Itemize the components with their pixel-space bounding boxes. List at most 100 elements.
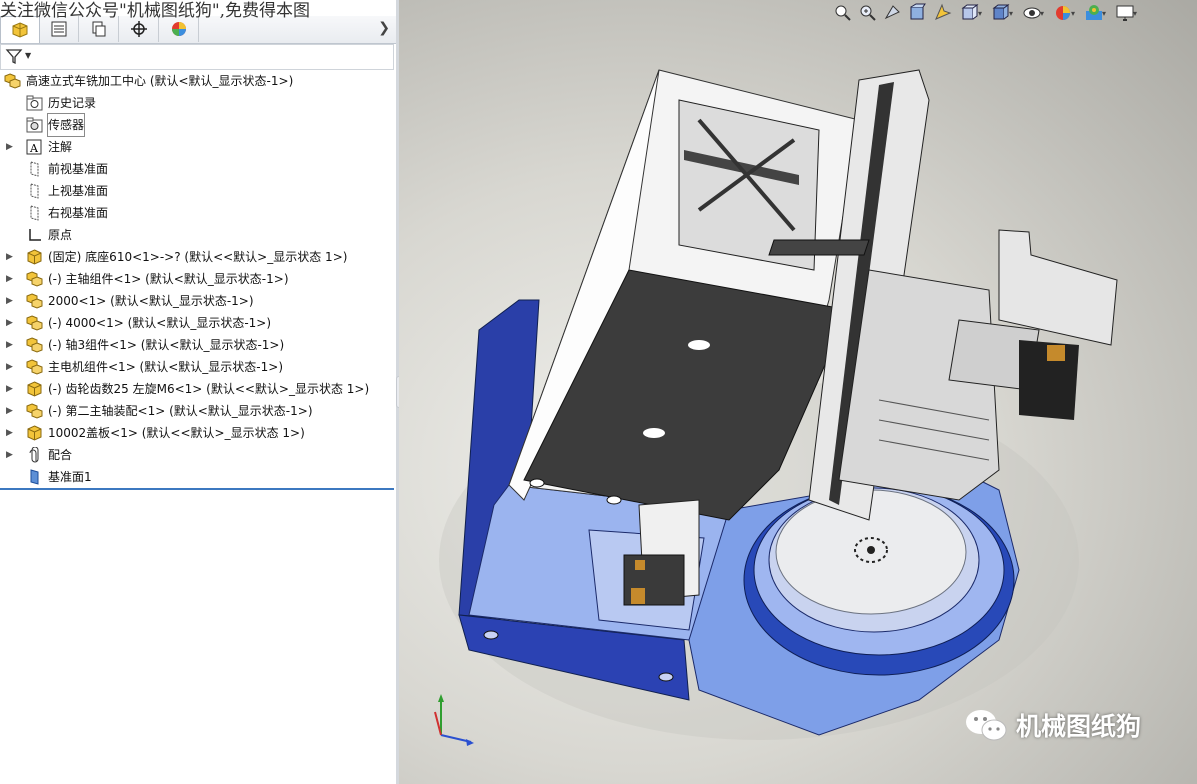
tree-item-label: (-) 主轴组件<1> (默认<默认_显示状态-1>) (48, 272, 289, 286)
expand-arrow-icon[interactable]: ▶ (6, 246, 16, 268)
zoom-to-fit-button[interactable] (833, 3, 853, 23)
view-orientation-button[interactable]: ▾ (958, 3, 984, 23)
rollback-bar[interactable] (0, 488, 394, 490)
view-settings-button[interactable]: ▾ (1113, 3, 1139, 23)
tree-item-14[interactable]: ▶ (-) 第二主轴装配<1> (默认<默认_显示状态-1>) (0, 400, 394, 422)
expand-arrow-icon[interactable]: ▶ (6, 422, 16, 444)
part-icon (26, 425, 43, 441)
expand-arrow-icon[interactable]: ▶ (6, 356, 16, 378)
configuration-manager-icon (92, 21, 106, 37)
zoom-to-area-button[interactable] (858, 3, 878, 23)
heads-up-view-toolbar: ▾ ▾ ▾ ▾ ▾ ▾ (833, 2, 1139, 24)
assembly-icon (26, 403, 43, 419)
chevron-down-icon[interactable]: ▾ (1133, 9, 1137, 18)
feature-manager-panel: ❯ ▼ 高速立式车铣加工中心 (默认<默认_显示状态-1>) 历史记录 传感器 ▶ A 注… (0, 0, 396, 784)
chevron-right-icon[interactable]: ❯ (378, 20, 390, 36)
tree-item-label: 主电机组件<1> (默认<默认_显示状态-1>) (48, 360, 283, 374)
origin-icon (26, 227, 43, 243)
chevron-down-icon[interactable]: ▾ (1009, 9, 1013, 18)
tree-item-label: 原点 (48, 228, 73, 242)
dynamic-annotation-button[interactable] (933, 3, 953, 23)
plane-icon (26, 183, 43, 199)
dynamic-annotation-icon (935, 3, 952, 20)
tree-item-label: 前视基准面 (48, 162, 109, 176)
tree-item-label: (-) 第二主轴装配<1> (默认<默认_显示状态-1>) (48, 404, 313, 418)
chevron-down-icon[interactable]: ▾ (978, 9, 982, 18)
tree-item-label: 2000<1> (默认<默认_显示状态-1>) (48, 294, 254, 308)
edit-appearance-button[interactable]: ▾ (1051, 3, 1077, 23)
display-style-icon (992, 4, 1010, 20)
tree-item-17[interactable]: 基准面1 (0, 466, 394, 488)
tree-item-1[interactable]: 传感器 (0, 113, 394, 137)
watermark-text-bottom: 机械图纸狗 (1016, 712, 1142, 741)
tree-item-8[interactable]: ▶ (-) 主轴组件<1> (默认<默认_显示状态-1>) (0, 268, 394, 290)
watermark-text-top: 关注微信公众号"机械图纸狗",免费得本图 (0, 1, 311, 21)
history-folder-icon (26, 95, 43, 111)
tree-item-6[interactable]: 原点 (0, 224, 394, 246)
hide-show-items-button[interactable]: ▾ (1020, 3, 1046, 23)
tree-item-7[interactable]: ▶ (固定) 底座610<1>->? (默认<<默认>_显示状态 1>) (0, 246, 394, 268)
tree-item-label: 历史记录 (48, 96, 97, 110)
tree-item-4[interactable]: 上视基准面 (0, 180, 394, 202)
wechat-icon (966, 710, 1007, 741)
part-icon (26, 249, 43, 265)
hide-show-items-icon (1023, 7, 1041, 19)
tree-item-root[interactable]: 高速立式车铣加工中心 (默认<默认_显示状态-1>) (0, 70, 394, 92)
tree-item-label: 右视基准面 (48, 206, 109, 220)
section-view-icon (910, 3, 926, 20)
tree-item-label: (-) 轴3组件<1> (默认<默认_显示状态-1>) (48, 338, 285, 352)
expand-arrow-icon[interactable]: ▶ (6, 444, 16, 466)
machine-model[interactable] (399, 0, 1197, 784)
assembly-icon (26, 271, 43, 287)
view-settings-icon (1116, 5, 1134, 21)
chevron-down-icon[interactable]: ▾ (1040, 9, 1044, 18)
expand-arrow-icon[interactable]: ▶ (6, 290, 16, 312)
tree-item-0[interactable]: 历史记录 (0, 92, 394, 114)
tree-item-5[interactable]: 右视基准面 (0, 202, 394, 224)
tree-item-16[interactable]: ▶ 配合 (0, 444, 394, 466)
tree-item-label: 传感器 (46, 113, 86, 137)
display-style-button[interactable]: ▾ (989, 3, 1015, 23)
axis-triad (434, 694, 474, 746)
expand-arrow-icon[interactable]: ▶ (6, 136, 16, 158)
svg-text:A: A (29, 142, 39, 155)
edit-appearance-icon (1055, 6, 1070, 20)
tree-item-label: (固定) 底座610<1>->? (默认<<默认>_显示状态 1>) (48, 250, 348, 264)
chevron-down-icon[interactable]: ▾ (1102, 9, 1106, 18)
tree-item-3[interactable]: 前视基准面 (0, 158, 394, 180)
previous-view-button[interactable] (883, 3, 903, 23)
section-view-button[interactable] (908, 3, 928, 23)
plane-icon (26, 205, 43, 221)
zoom-to-fit-icon (835, 5, 851, 21)
tree-item-label: (-) 齿轮齿数25 左旋M6<1> (默认<<默认>_显示状态 1>) (48, 382, 370, 396)
tree-item-13[interactable]: ▶ (-) 齿轮齿数25 左旋M6<1> (默认<<默认>_显示状态 1>) (0, 378, 394, 400)
filter-icon (5, 49, 23, 65)
part-icon (26, 381, 43, 397)
plane-blue-icon (26, 469, 43, 485)
plane-icon (26, 161, 43, 177)
tree-item-10[interactable]: ▶ (-) 4000<1> (默认<默认_显示状态-1>) (0, 312, 394, 334)
zoom-to-area-icon (860, 5, 876, 21)
expand-arrow-icon[interactable]: ▶ (6, 312, 16, 334)
apply-scene-button[interactable]: ▾ (1082, 3, 1108, 23)
expand-arrow-icon[interactable]: ▶ (6, 400, 16, 422)
expand-arrow-icon[interactable]: ▶ (6, 334, 16, 356)
tree-filter[interactable]: ▼ (0, 44, 394, 70)
tree-item-12[interactable]: ▶ 主电机组件<1> (默认<默认_显示状态-1>) (0, 356, 394, 378)
property-manager-icon (51, 21, 67, 37)
tree-item-15[interactable]: ▶ 10002盖板<1> (默认<<默认>_显示状态 1>) (0, 422, 394, 444)
tree-item-11[interactable]: ▶ (-) 轴3组件<1> (默认<默认_显示状态-1>) (0, 334, 394, 356)
tree-item-label: 高速立式车铣加工中心 (默认<默认_显示状态-1>) (26, 74, 294, 88)
chevron-down-icon[interactable]: ▾ (1071, 9, 1075, 18)
sensor-folder-icon (26, 117, 43, 133)
graphics-area[interactable]: ▾ ▾ ▾ ▾ ▾ ▾ 机械图纸狗 (399, 0, 1197, 784)
root-icon (4, 73, 21, 89)
tree-item-label: 基准面1 (48, 470, 92, 484)
chevron-down-icon: ▼ (25, 51, 32, 60)
expand-arrow-icon[interactable]: ▶ (6, 378, 16, 400)
expand-arrow-icon[interactable]: ▶ (6, 268, 16, 290)
tree-item-2[interactable]: ▶ A 注解 (0, 136, 394, 158)
tree-item-9[interactable]: ▶ 2000<1> (默认<默认_显示状态-1>) (0, 290, 394, 312)
view-orientation-icon (961, 4, 979, 20)
assembly-icon (26, 337, 43, 353)
